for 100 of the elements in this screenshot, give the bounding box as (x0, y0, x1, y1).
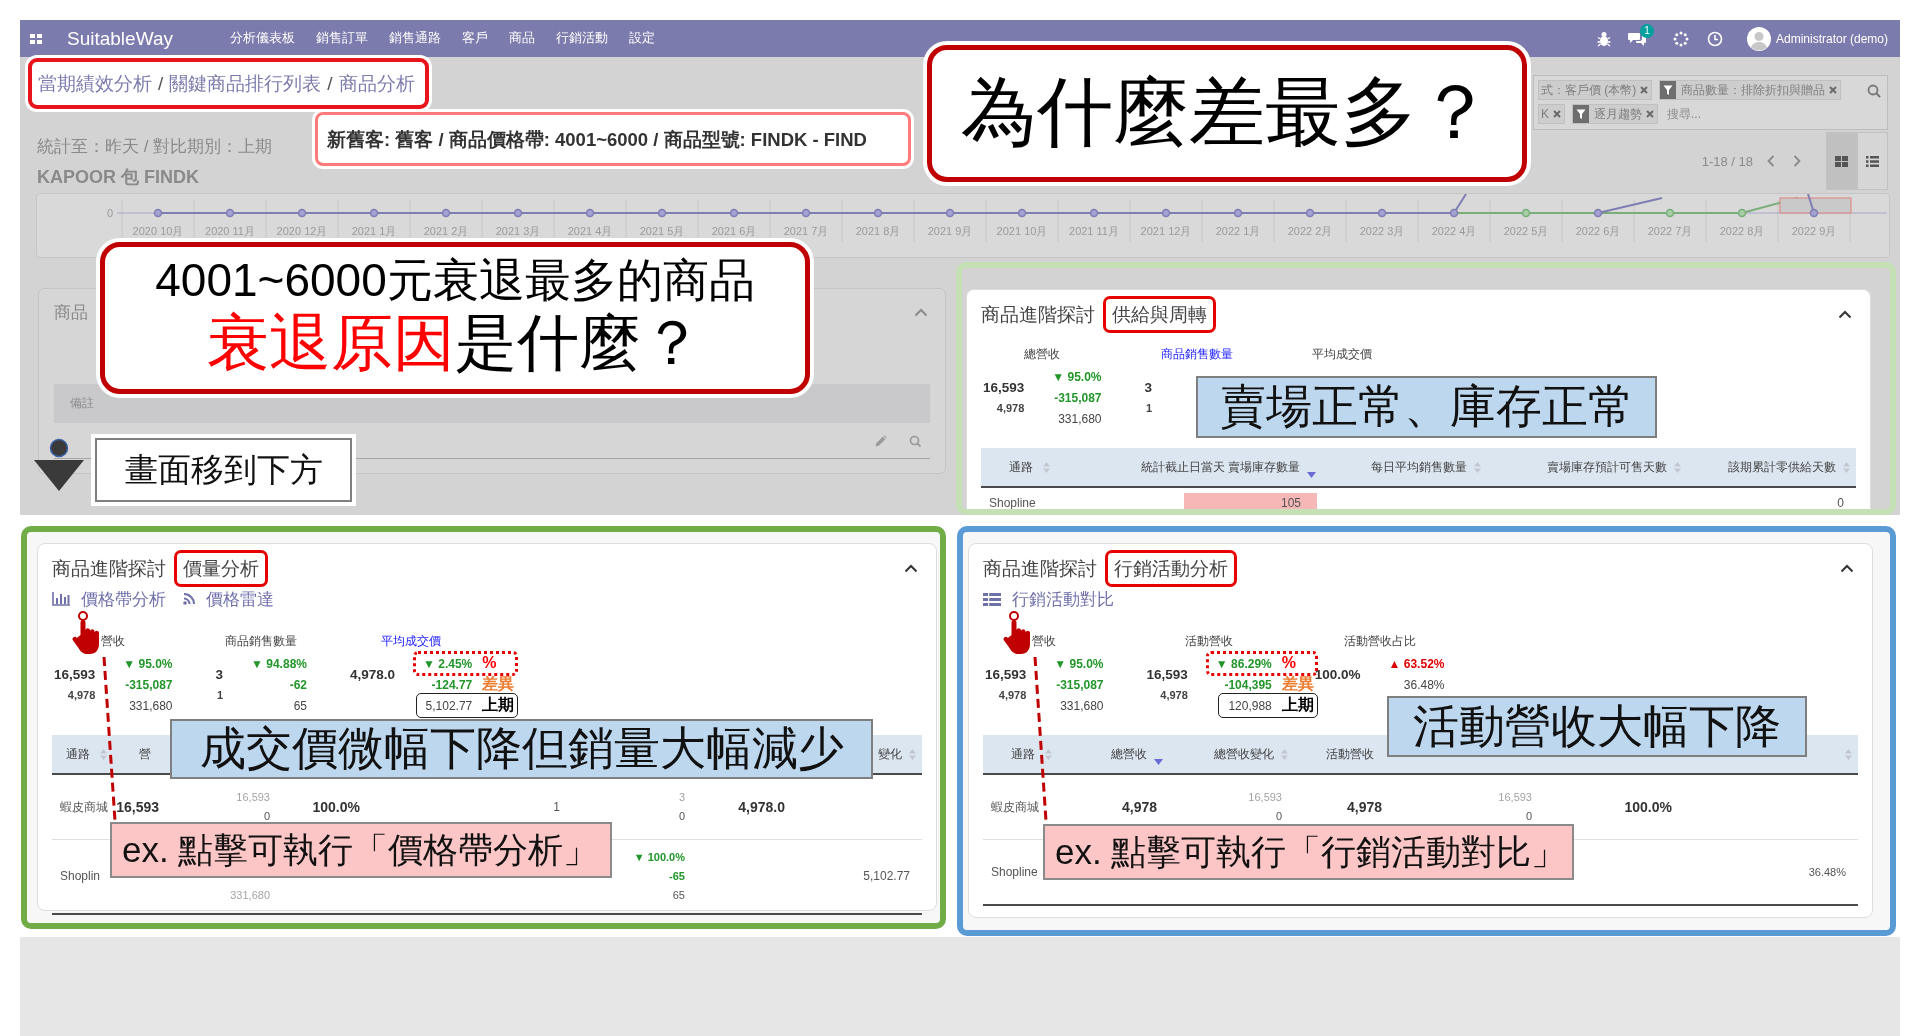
kpi-label[interactable]: 商品銷售數量 (1161, 347, 1234, 361)
column-header[interactable]: 通路 (1010, 745, 1035, 763)
annotation-callout: 活動營收大幅下降 (1387, 696, 1807, 757)
pencil-icon[interactable] (875, 434, 887, 447)
column-header[interactable]: 統計截止日當天 賣場庫存數量 (1140, 458, 1300, 476)
menu-item[interactable]: 銷售訂單 (315, 30, 368, 47)
axis-label: 2021 5月 (639, 225, 685, 237)
column-header[interactable]: 總營收變化 (1214, 745, 1274, 763)
kpi-label[interactable]: 商品銷售數量 (225, 634, 298, 648)
apps-grid-icon[interactable] (30, 33, 42, 44)
user-avatar-icon[interactable] (1746, 26, 1771, 51)
table-cell: 16,593 (116, 797, 159, 817)
kpi-figure: 36.48% (1403, 678, 1445, 692)
kpi-figure: 65 (293, 699, 307, 713)
breadcrumb-link[interactable]: 當期績效分析 (38, 70, 152, 97)
remove-icon[interactable] (1646, 110, 1654, 118)
chart-point (1593, 208, 1603, 218)
analysis-link[interactable]: 價格帶分析 (52, 587, 166, 611)
kpi-value: 16,593 (983, 379, 1025, 397)
kpi-sub-value: 1 (216, 688, 224, 703)
menu-item[interactable]: 行銷活動 (555, 30, 608, 47)
kpi-label[interactable]: 平均成交價 (381, 634, 442, 648)
menu-item[interactable]: 客戶 (461, 30, 488, 47)
axis-label: 2021 10月 (996, 225, 1048, 237)
column-header[interactable]: 活動營收 (1326, 745, 1374, 763)
analysis-link[interactable]: 行銷活動對比 (983, 587, 1114, 611)
kpi-figure: -315,087 (125, 678, 173, 692)
menu-item[interactable]: 分析儀表板 (229, 30, 295, 47)
axis-label: 2020 10月 (132, 225, 184, 237)
chat-icon[interactable] (1627, 31, 1646, 46)
search-icon[interactable] (909, 434, 921, 447)
note-label: 差異 (1281, 674, 1314, 694)
kanban-view-button[interactable] (1826, 132, 1857, 190)
kpi-label[interactable]: 活動營收占比 (1343, 634, 1416, 648)
user-name[interactable]: Administrator (demo) (1775, 31, 1888, 46)
kpi-sub-value: 4,978 (1160, 688, 1188, 703)
notification-badge: 1 (1639, 23, 1654, 38)
column-header[interactable]: 賣場庫存預計可售天數 (1547, 458, 1667, 476)
column-header[interactable]: 該期累計零供給天數 (1728, 458, 1836, 476)
chart-point (945, 208, 955, 218)
clock-icon[interactable] (1706, 30, 1723, 47)
chevron-up-icon[interactable] (1840, 563, 1854, 573)
table-cell-text: 16,593 (1498, 790, 1532, 805)
chart-point (1521, 208, 1531, 218)
table-cell-text: 16,593 (1248, 790, 1282, 805)
table-cell: 4,978.0 (738, 797, 785, 817)
panel-title: 商品進階探討 (52, 556, 166, 581)
kpi-value: 100.0% (1314, 666, 1361, 684)
remove-icon[interactable] (1553, 110, 1561, 118)
kpi-figure: -104,395 (1224, 678, 1272, 692)
kpi-label[interactable]: 活動營收 (1185, 634, 1234, 648)
remove-icon[interactable] (1829, 86, 1838, 94)
column-header[interactable]: 營 (139, 745, 151, 763)
pager-text: 1-18 / 18 (1701, 153, 1753, 169)
table-cell: 4,978 (1121, 797, 1157, 817)
kpi-value: 4,978.0 (350, 666, 396, 684)
chart-point (657, 208, 667, 218)
annotation-callout: 賣場正常、庫存正常 (1196, 376, 1657, 438)
table-cell-text: -65 (669, 869, 685, 884)
table-cell-text: 65 (672, 888, 685, 903)
menu-item[interactable]: 銷售通路 (388, 30, 441, 47)
search-icon[interactable] (1867, 84, 1881, 98)
kpi-value: 16,593 (1146, 666, 1188, 684)
chart-point (585, 208, 595, 218)
analysis-link[interactable]: 價格雷達 (183, 587, 274, 611)
menu-item[interactable]: 設定 (628, 30, 655, 47)
chevron-up-icon[interactable] (1838, 309, 1852, 319)
column-header[interactable]: 通路 (65, 745, 90, 763)
breadcrumb-link[interactable]: 關鍵商品排行列表 (169, 70, 322, 97)
chevron-left-icon[interactable] (1767, 155, 1775, 167)
list-view-button[interactable] (1857, 132, 1888, 190)
kpi-label[interactable]: 營收 (1032, 634, 1057, 648)
chart-point (1809, 208, 1819, 218)
chart-point (1665, 208, 1675, 218)
spinner-icon[interactable] (1672, 30, 1689, 47)
bug-icon[interactable] (1596, 30, 1611, 47)
chevron-right-icon[interactable] (1793, 155, 1801, 167)
down-arrow-icon (34, 438, 84, 491)
column-header[interactable]: 每日平均銷售數量 (1371, 458, 1467, 476)
menu-item[interactable]: 商品 (508, 30, 535, 47)
kpi-label[interactable]: 營收 (101, 634, 126, 648)
section-title: 行銷活動分析 (1105, 549, 1237, 587)
kpi-figure: 331,680 (1058, 412, 1102, 426)
kpi-label[interactable]: 平均成交價 (1312, 347, 1373, 361)
record-title: KAPOOR 包 FINDK (37, 166, 199, 189)
breadcrumb-link[interactable]: 商品分析 (338, 70, 415, 97)
column-header[interactable]: 變化 (878, 745, 902, 763)
column-header[interactable]: 通路 (1008, 458, 1033, 476)
chart-point (1233, 208, 1243, 218)
kpi-label[interactable]: 總營收 (1024, 347, 1061, 361)
breadcrumb-separator: / (327, 72, 333, 95)
grid-icon (1835, 155, 1848, 167)
remove-icon[interactable] (1640, 86, 1649, 94)
kpi-value: 3 (215, 666, 224, 684)
chevron-up-icon[interactable] (904, 563, 918, 573)
table-cell-text: 3 (678, 790, 685, 805)
kpi-value: 3 (1144, 379, 1153, 397)
column-header[interactable]: 總營收 (1111, 745, 1147, 763)
chart-point (1737, 208, 1747, 218)
list-icon (983, 592, 1001, 606)
